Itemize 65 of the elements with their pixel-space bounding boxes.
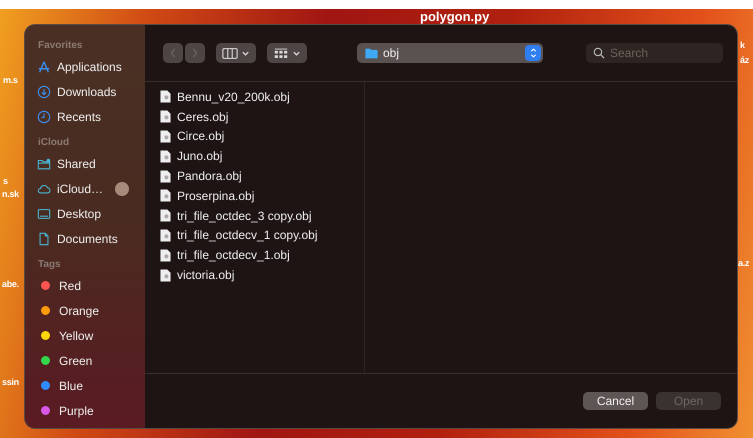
- desktop-icon-label: m.s: [3, 75, 18, 85]
- shared-folder-icon: [37, 156, 51, 170]
- sidebar-item[interactable]: Yellow: [37, 323, 145, 348]
- file-item[interactable]: tri_file_octdecv_1 copy.obj: [160, 226, 364, 246]
- desktop-icon-label: polygon.py: [420, 9, 490, 24]
- sidebar-item[interactable]: Orange: [37, 298, 145, 323]
- sidebar-item[interactable]: Applications: [37, 54, 145, 79]
- file-icon: [160, 228, 171, 242]
- columns-icon: [222, 46, 238, 60]
- sidebar-section-title: iCloud: [38, 137, 70, 148]
- chevron-right-icon: [191, 47, 199, 59]
- desktop-icon-label: s: [3, 176, 8, 186]
- file-icon: [160, 268, 171, 282]
- column-view-button[interactable]: [216, 43, 256, 63]
- file-item[interactable]: tri_file_octdecv_1.obj: [160, 245, 364, 266]
- file-icon: [160, 130, 171, 143]
- folder-icon: [365, 48, 378, 58]
- chevron-left-icon: [169, 47, 177, 59]
- chevron-down-icon: [292, 48, 301, 58]
- sidebar-section-title: Tags: [38, 259, 62, 270]
- file-item[interactable]: Proserpina.obj: [160, 186, 364, 206]
- file-icon: [160, 189, 171, 202]
- file-item[interactable]: Pandora.obj: [160, 166, 364, 186]
- chevron-down-icon: [241, 48, 250, 58]
- file-icon: [160, 209, 171, 222]
- sidebar-item[interactable]: Documents: [37, 226, 145, 251]
- file-item[interactable]: victoria.obj: [160, 265, 364, 285]
- download-icon: [37, 84, 51, 98]
- dropdown-arrows-icon: [525, 45, 541, 61]
- file-item[interactable]: tri_file_octdec_3 copy.obj: [160, 206, 364, 226]
- desktop-icon-label: n.sk: [2, 189, 19, 199]
- sidebar-section-title: Favorites: [38, 40, 84, 51]
- location-dropdown[interactable]: obj: [357, 43, 543, 63]
- file-icon: [160, 110, 171, 124]
- applications-icon: [37, 60, 51, 74]
- file-icon: [160, 248, 171, 262]
- sidebar-item[interactable]: iCloud…: [37, 176, 145, 201]
- cancel-button[interactable]: Cancel: [583, 392, 648, 410]
- grid-icon: [273, 46, 289, 60]
- desktop-icon-label: ssin: [2, 377, 19, 387]
- sidebar-item[interactable]: Purple: [37, 398, 145, 423]
- search-field[interactable]: Search: [586, 43, 723, 63]
- sidebar-item[interactable]: Shared: [37, 151, 145, 176]
- sidebar-item[interactable]: Green: [37, 348, 145, 373]
- desktop-icon-label: áz: [740, 55, 749, 65]
- file-icon: [160, 150, 171, 163]
- file-item[interactable]: Circe.obj: [160, 126, 364, 146]
- desktop-icon-label: k: [740, 40, 745, 50]
- document-icon: [37, 232, 51, 246]
- group-view-button[interactable]: [267, 43, 307, 63]
- desktop-icon: [37, 206, 51, 220]
- search-icon: [593, 47, 605, 59]
- sidebar-item[interactable]: Desktop: [37, 201, 145, 226]
- file-item[interactable]: Ceres.obj: [160, 106, 364, 127]
- file-item[interactable]: Bennu_v20_200k.obj: [160, 87, 364, 107]
- file-item[interactable]: Juno.obj: [160, 146, 364, 166]
- sidebar-item[interactable]: Red: [37, 273, 145, 298]
- sidebar-item[interactable]: Recents: [37, 104, 145, 129]
- file-icon: [160, 90, 171, 104]
- desktop-icon-label: abe.: [2, 279, 19, 289]
- desktop-icon-label: a.z: [738, 258, 750, 268]
- file-icon: [160, 170, 171, 183]
- sidebar-item[interactable]: Downloads: [37, 79, 145, 104]
- clock-icon: [37, 110, 51, 124]
- sidebar-item[interactable]: Blue: [37, 373, 145, 398]
